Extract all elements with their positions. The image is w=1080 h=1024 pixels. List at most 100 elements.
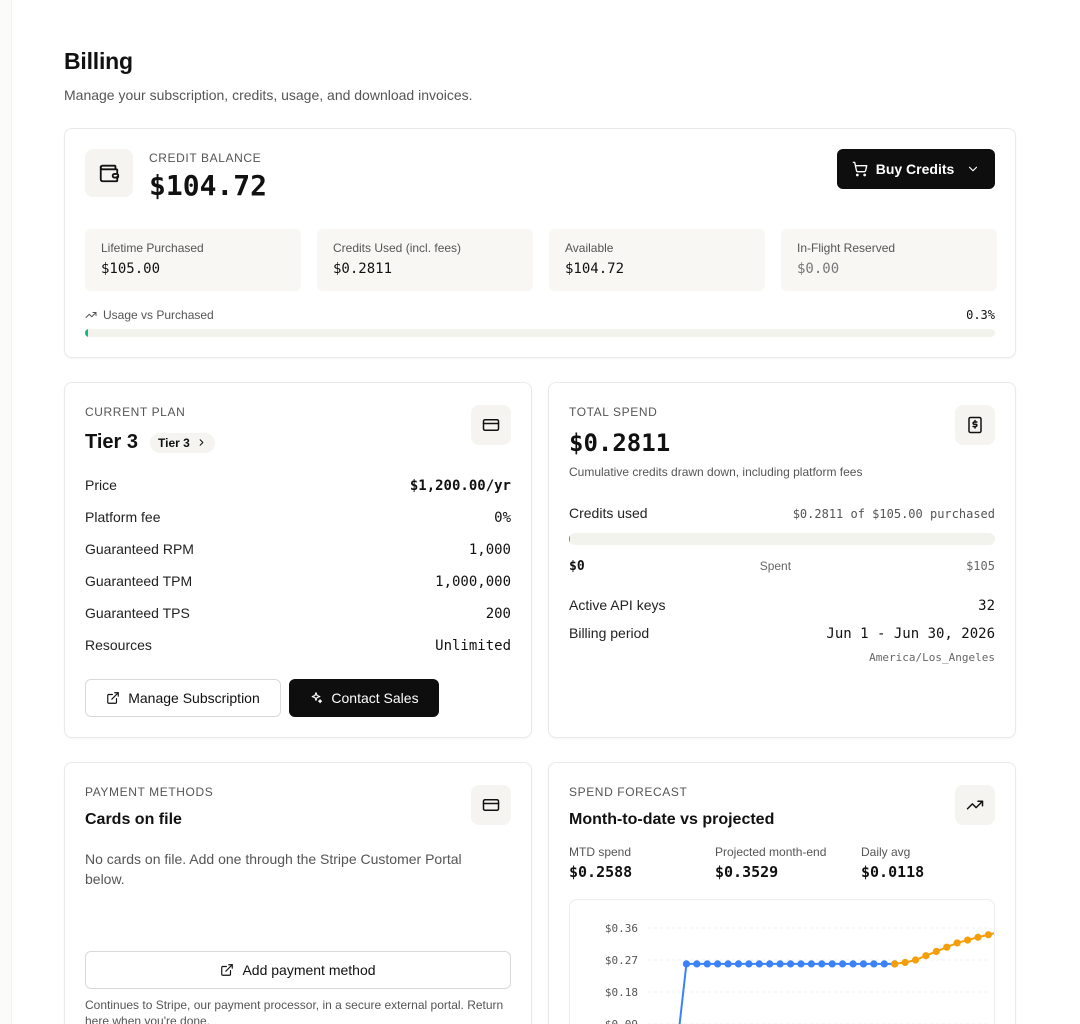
stat-value: $105.00 bbox=[101, 261, 161, 277]
contact-sales-label: Contact Sales bbox=[331, 690, 419, 706]
plan-row-tpm: Guaranteed TPM 1,000,000 bbox=[85, 573, 511, 590]
stat-credits-used: Credits Used (incl. fees) $0.2811 bbox=[317, 229, 533, 291]
billing-period-row: Billing period Jun 1 - Jun 30, 2026 bbox=[569, 625, 995, 642]
actual-point[interactable] bbox=[786, 960, 795, 968]
buy-credits-label: Buy Credits bbox=[875, 161, 955, 177]
plan-row-key: Resources bbox=[85, 637, 152, 653]
stat-available: Available $104.72 bbox=[549, 229, 765, 291]
usage-row: Usage vs Purchased 0.3% bbox=[85, 308, 995, 322]
actual-point[interactable] bbox=[849, 960, 857, 968]
total-spend-card: TOTAL SPEND $0.2811 Cumulative credits d… bbox=[548, 382, 1016, 738]
sparkles-icon bbox=[312, 692, 323, 704]
actual-point[interactable] bbox=[766, 960, 774, 968]
plan-tier-pill-label: Tier 3 bbox=[158, 435, 190, 450]
projected-point[interactable] bbox=[963, 936, 972, 944]
plan-row-value: 0% bbox=[494, 510, 511, 526]
metric-value: $0.0118 bbox=[861, 863, 925, 881]
plan-row-key: Platform fee bbox=[85, 509, 161, 525]
actual-point[interactable] bbox=[714, 960, 722, 968]
stat-lifetime-purchased: Lifetime Purchased $105.00 bbox=[85, 229, 301, 291]
billing-period-label: Billing period bbox=[569, 625, 650, 641]
trending-up-icon bbox=[85, 312, 97, 318]
actual-point[interactable] bbox=[880, 960, 888, 968]
actual-point[interactable] bbox=[818, 960, 826, 968]
manage-subscription-label: Manage Subscription bbox=[128, 690, 260, 706]
actual-point[interactable] bbox=[828, 960, 836, 968]
projected-point[interactable] bbox=[901, 958, 909, 967]
actual-point[interactable] bbox=[682, 960, 691, 968]
credit-card-icon-tile bbox=[471, 405, 511, 445]
credits-used-row: Credits used $0.2811 of $105.00 purchase… bbox=[569, 505, 995, 521]
current-plan-card: CURRENT PLAN Tier 3 Tier 3 Price $1,200.… bbox=[64, 382, 532, 738]
cart-icon bbox=[852, 161, 868, 177]
projected-point[interactable] bbox=[974, 933, 982, 941]
stat-label: Credits Used (incl. fees) bbox=[333, 241, 462, 255]
y-tick-label: $0.27 bbox=[605, 954, 638, 967]
actual-point[interactable] bbox=[703, 960, 711, 968]
plan-row-value: $1,200.00/yr bbox=[409, 478, 511, 494]
actual-series-line bbox=[678, 962, 895, 1024]
plan-row-key: Price bbox=[85, 477, 117, 493]
projected-point[interactable] bbox=[911, 956, 920, 964]
billing-period-value: Jun 1 - Jun 30, 2026 bbox=[826, 626, 995, 642]
stat-in-flight-reserved: In-Flight Reserved $0.00 bbox=[781, 229, 997, 291]
actual-point[interactable] bbox=[693, 960, 701, 968]
plan-name: Tier 3 bbox=[85, 431, 138, 453]
buy-credits-button[interactable]: Buy Credits bbox=[837, 149, 995, 189]
projected-point[interactable] bbox=[891, 960, 899, 968]
forecast-metric-daily-avg: Daily avg $0.0118 bbox=[861, 845, 924, 881]
usage-label: Usage vs Purchased bbox=[103, 308, 214, 322]
y-tick-label: $0.36 bbox=[605, 922, 638, 935]
stat-label: In-Flight Reserved bbox=[797, 241, 896, 255]
plan-tier-pill[interactable]: Tier 3 bbox=[150, 432, 215, 453]
actual-point[interactable] bbox=[724, 960, 732, 968]
actual-point[interactable] bbox=[870, 960, 878, 968]
total-spend-amount: $0.2811 bbox=[569, 429, 671, 457]
spend-forecast-eyebrow: SPEND FORECAST bbox=[569, 785, 688, 799]
credit-card-icon-tile bbox=[471, 785, 511, 825]
spend-forecast-title: Month-to-date vs projected bbox=[569, 811, 775, 828]
y-tick-label: $0.09 bbox=[605, 1018, 638, 1024]
contact-sales-button[interactable]: Contact Sales bbox=[289, 679, 439, 717]
stat-label: Lifetime Purchased bbox=[101, 241, 204, 255]
actual-point[interactable] bbox=[797, 960, 805, 968]
external-link-icon bbox=[107, 692, 120, 704]
projected-point[interactable] bbox=[953, 939, 961, 947]
trending-up-icon bbox=[966, 800, 984, 810]
plan-row-price: Price $1,200.00/yr bbox=[85, 477, 511, 494]
spend-forecast-card: SPEND FORECAST Month-to-date vs projecte… bbox=[548, 762, 1016, 1024]
add-payment-method-button[interactable]: Add payment method bbox=[85, 951, 511, 989]
credits-used-track bbox=[569, 533, 995, 545]
actual-point[interactable] bbox=[807, 960, 815, 968]
projected-point[interactable] bbox=[932, 947, 940, 956]
total-spend-eyebrow: TOTAL SPEND bbox=[569, 405, 658, 419]
projected-point[interactable] bbox=[943, 943, 951, 951]
metric-label: Projected month-end bbox=[715, 845, 827, 859]
actual-point[interactable] bbox=[839, 960, 847, 968]
stat-value: $104.72 bbox=[565, 261, 625, 277]
page-subtitle: Manage your subscription, credits, usage… bbox=[64, 87, 473, 103]
projected-point[interactable] bbox=[922, 952, 930, 960]
credit-card-icon bbox=[482, 799, 500, 811]
usage-percent: 0.3% bbox=[966, 308, 995, 322]
scale-max: $105 bbox=[966, 559, 995, 573]
usage-progress-fill bbox=[85, 329, 88, 337]
projected-point[interactable] bbox=[984, 931, 993, 939]
manage-subscription-button[interactable]: Manage Subscription bbox=[85, 679, 281, 717]
plan-row-rpm: Guaranteed RPM 1,000 bbox=[85, 541, 511, 558]
forecast-metric-mtd: MTD spend $0.2588 bbox=[569, 845, 632, 881]
actual-point[interactable] bbox=[859, 960, 868, 968]
plan-row-value: Unlimited bbox=[435, 638, 511, 654]
receipt-dollar-icon-tile bbox=[955, 405, 995, 445]
actual-point[interactable] bbox=[745, 960, 753, 968]
actual-point[interactable] bbox=[755, 960, 763, 968]
plan-row-value: 1,000 bbox=[468, 542, 511, 558]
plan-row-value: 1,000,000 bbox=[435, 574, 511, 590]
metric-label: MTD spend bbox=[569, 845, 632, 859]
credit-balance-eyebrow: CREDIT BALANCE bbox=[149, 151, 262, 165]
chevron-right-icon bbox=[199, 439, 204, 446]
actual-point[interactable] bbox=[776, 960, 784, 968]
actual-point[interactable] bbox=[734, 960, 743, 968]
usage-progress-track bbox=[85, 329, 995, 337]
receipt-dollar-icon bbox=[968, 416, 982, 434]
